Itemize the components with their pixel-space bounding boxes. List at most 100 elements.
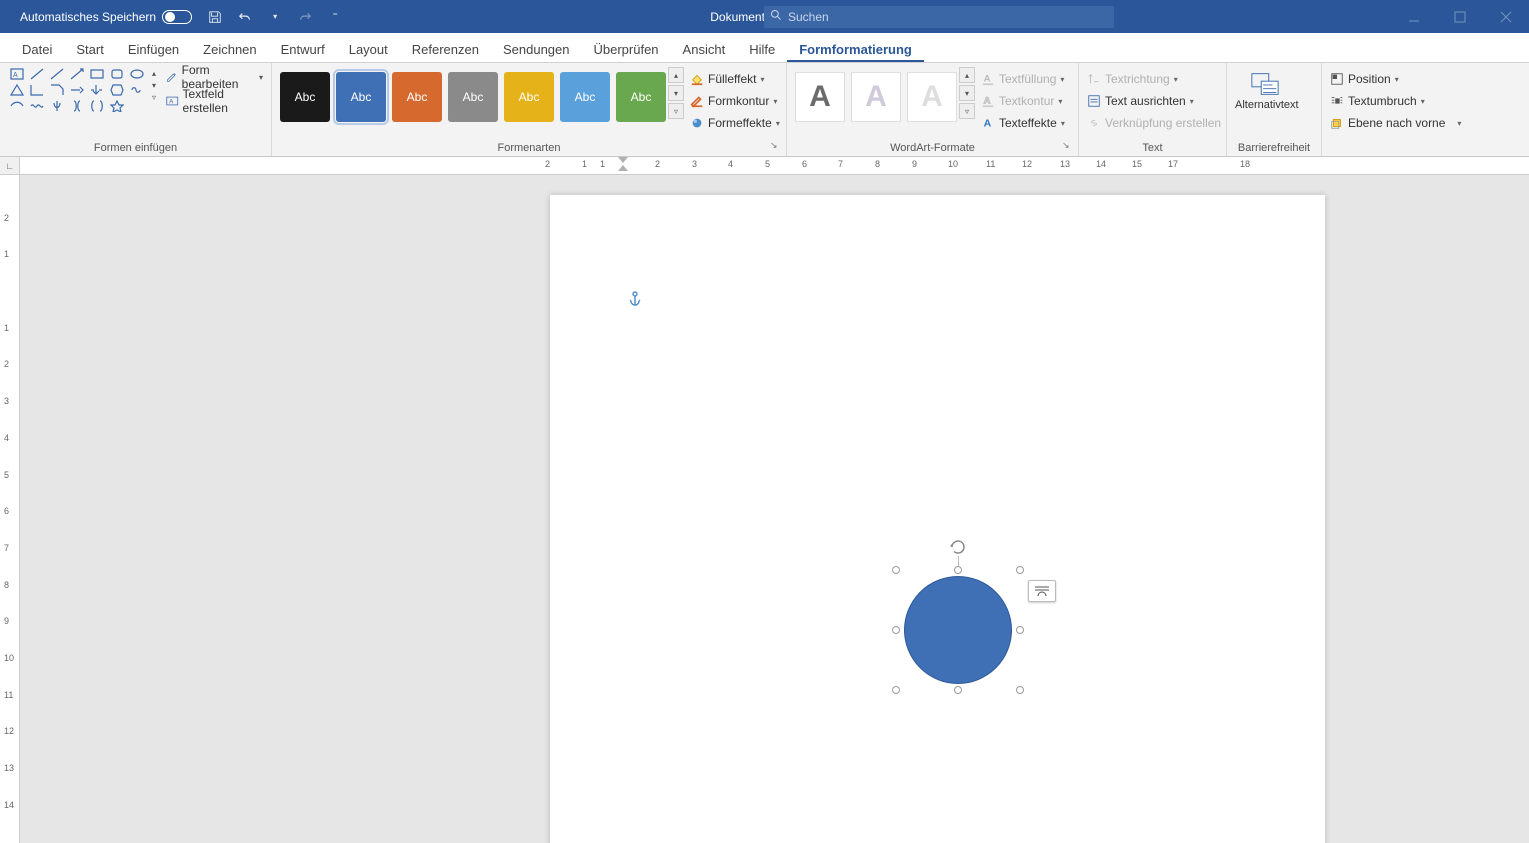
resize-handle-l[interactable] — [892, 626, 900, 634]
shape-style-swatch[interactable]: Abc — [560, 72, 610, 122]
gallery-up-icon[interactable]: ▴ — [148, 67, 160, 79]
shape-gallery-item[interactable] — [48, 83, 66, 97]
wordart-style-swatch[interactable]: A — [851, 72, 901, 122]
selected-shape[interactable] — [896, 570, 1020, 690]
shape-style-swatch[interactable]: Abc — [392, 72, 442, 122]
shape-gallery-item[interactable] — [88, 99, 106, 113]
shape-fill-button[interactable]: Fülleffekt▾ — [690, 69, 780, 89]
shape-gallery-item[interactable] — [108, 83, 126, 97]
shape-gallery-item[interactable] — [8, 99, 26, 113]
gallery-expand-icon[interactable]: ▿ — [668, 103, 684, 119]
gallery-down-icon[interactable]: ▾ — [148, 79, 160, 91]
shape-gallery-item[interactable] — [88, 83, 106, 97]
position-button[interactable]: Position▾ — [1330, 69, 1474, 89]
tab-überprüfen[interactable]: Überprüfen — [582, 36, 671, 62]
tab-start[interactable]: Start — [64, 36, 115, 62]
horizontal-ruler[interactable]: 211234567891011121314151718 — [20, 157, 1529, 175]
resize-handle-r[interactable] — [1016, 626, 1024, 634]
search-box[interactable] — [764, 6, 1114, 28]
shape-effects-button[interactable]: Formeffekte▾ — [690, 113, 780, 133]
shape-gallery-item[interactable] — [48, 99, 66, 113]
tab-layout[interactable]: Layout — [337, 36, 400, 62]
save-icon[interactable] — [204, 6, 226, 28]
resize-handle-b[interactable] — [954, 686, 962, 694]
close-icon[interactable] — [1483, 0, 1529, 33]
gallery-scroll-up-icon[interactable]: ▴ — [959, 67, 975, 83]
text-wrap-button[interactable]: Textumbruch▾ — [1330, 91, 1474, 111]
tab-formformatierung[interactable]: Formformatierung — [787, 36, 924, 62]
shape-style-swatch[interactable]: Abc — [616, 72, 666, 122]
shape-outline-button[interactable]: Formkontur▾ — [690, 91, 780, 111]
text-align-button[interactable]: Text ausrichten▾ — [1087, 91, 1218, 111]
indent-marker-icon[interactable] — [618, 157, 628, 175]
shape-gallery-item[interactable] — [48, 67, 66, 81]
vertical-ruler[interactable]: 211234567891011121314 — [0, 175, 20, 843]
alt-text-button[interactable]: Alternativtext — [1235, 67, 1295, 111]
tab-selector-icon[interactable]: ∟ — [0, 157, 20, 175]
tab-ansicht[interactable]: Ansicht — [671, 36, 738, 62]
shape-gallery-item[interactable] — [28, 99, 46, 113]
maximize-icon[interactable] — [1437, 0, 1483, 33]
shape-style-swatch[interactable]: Abc — [448, 72, 498, 122]
shape-gallery-item[interactable] — [128, 67, 146, 81]
gallery-scroll-down-icon[interactable]: ▾ — [959, 85, 975, 101]
gallery-more-icon[interactable]: ▿ — [148, 91, 160, 103]
shape-gallery-item[interactable] — [28, 67, 46, 81]
text-box-button[interactable]: A Textfeld erstellen — [166, 91, 263, 111]
tab-referenzen[interactable]: Referenzen — [400, 36, 491, 62]
shape-gallery-item[interactable] — [68, 67, 86, 81]
text-effects-button[interactable]: A Texteffekte▾ — [981, 113, 1065, 133]
search-input[interactable] — [788, 10, 1108, 24]
autosave-toggle-icon[interactable] — [162, 10, 192, 24]
shape-gallery-item[interactable] — [108, 99, 126, 113]
undo-icon[interactable] — [234, 6, 256, 28]
text-align-label: Text ausrichten — [1105, 94, 1186, 108]
layout-options-button[interactable] — [1028, 580, 1056, 602]
tab-sendungen[interactable]: Sendungen — [491, 36, 582, 62]
ruler-tick: 11 — [986, 159, 995, 169]
page[interactable] — [550, 195, 1325, 843]
dialog-launcher-icon[interactable]: ↘ — [1062, 140, 1074, 152]
shape-gallery-item[interactable] — [108, 67, 126, 81]
undo-dropdown-icon[interactable]: ▾ — [264, 6, 286, 28]
gallery-scroll-up-icon[interactable]: ▴ — [668, 67, 684, 83]
resize-handle-br[interactable] — [1016, 686, 1024, 694]
shape-gallery-item[interactable] — [68, 99, 86, 113]
resize-handle-tr[interactable] — [1016, 566, 1024, 574]
shape-gallery-item[interactable] — [88, 67, 106, 81]
shape-style-swatch[interactable]: Abc — [280, 72, 330, 122]
shape-gallery-item[interactable] — [128, 99, 146, 113]
shapes-gallery[interactable]: A — [8, 67, 146, 113]
dialog-launcher-icon[interactable]: ↘ — [770, 140, 782, 152]
wordart-gallery[interactable]: AAA — [795, 69, 957, 125]
tab-datei[interactable]: Datei — [10, 36, 64, 62]
gallery-scroll-down-icon[interactable]: ▾ — [668, 85, 684, 101]
document-area[interactable] — [20, 175, 1529, 843]
shape-gallery-item[interactable] — [128, 83, 146, 97]
minimize-icon[interactable] — [1391, 0, 1437, 33]
shape-gallery-item[interactable] — [68, 83, 86, 97]
autosave-label: Automatisches Speichern — [20, 10, 156, 24]
shape-gallery-item[interactable] — [28, 83, 46, 97]
gallery-expand-icon[interactable]: ▿ — [959, 103, 975, 119]
resize-handle-tl[interactable] — [892, 566, 900, 574]
resize-handle-t[interactable] — [954, 566, 962, 574]
wordart-style-swatch[interactable]: A — [795, 72, 845, 122]
shape-gallery-item[interactable] — [8, 83, 26, 97]
qat-customize-icon[interactable]: ⁼ — [324, 6, 346, 28]
bring-forward-button[interactable]: Ebene nach vorne ▾ — [1330, 113, 1474, 133]
tab-zeichnen[interactable]: Zeichnen — [191, 36, 268, 62]
autosave-control[interactable]: Automatisches Speichern — [0, 10, 192, 24]
shape-gallery-item[interactable]: A — [8, 67, 26, 81]
tab-entwurf[interactable]: Entwurf — [269, 36, 337, 62]
wordart-style-swatch[interactable]: A — [907, 72, 957, 122]
resize-handle-bl[interactable] — [892, 686, 900, 694]
shape-style-swatch[interactable]: Abc — [504, 72, 554, 122]
shape-style-gallery[interactable]: AbcAbcAbcAbcAbcAbcAbc — [280, 69, 666, 125]
redo-icon[interactable] — [294, 6, 316, 28]
tab-hilfe[interactable]: Hilfe — [737, 36, 787, 62]
shape-style-swatch[interactable]: Abc — [336, 72, 386, 122]
tab-einfügen[interactable]: Einfügen — [116, 36, 191, 62]
svg-text:A: A — [984, 74, 991, 85]
edit-shape-button[interactable]: Form bearbeiten ▾ — [166, 67, 263, 87]
